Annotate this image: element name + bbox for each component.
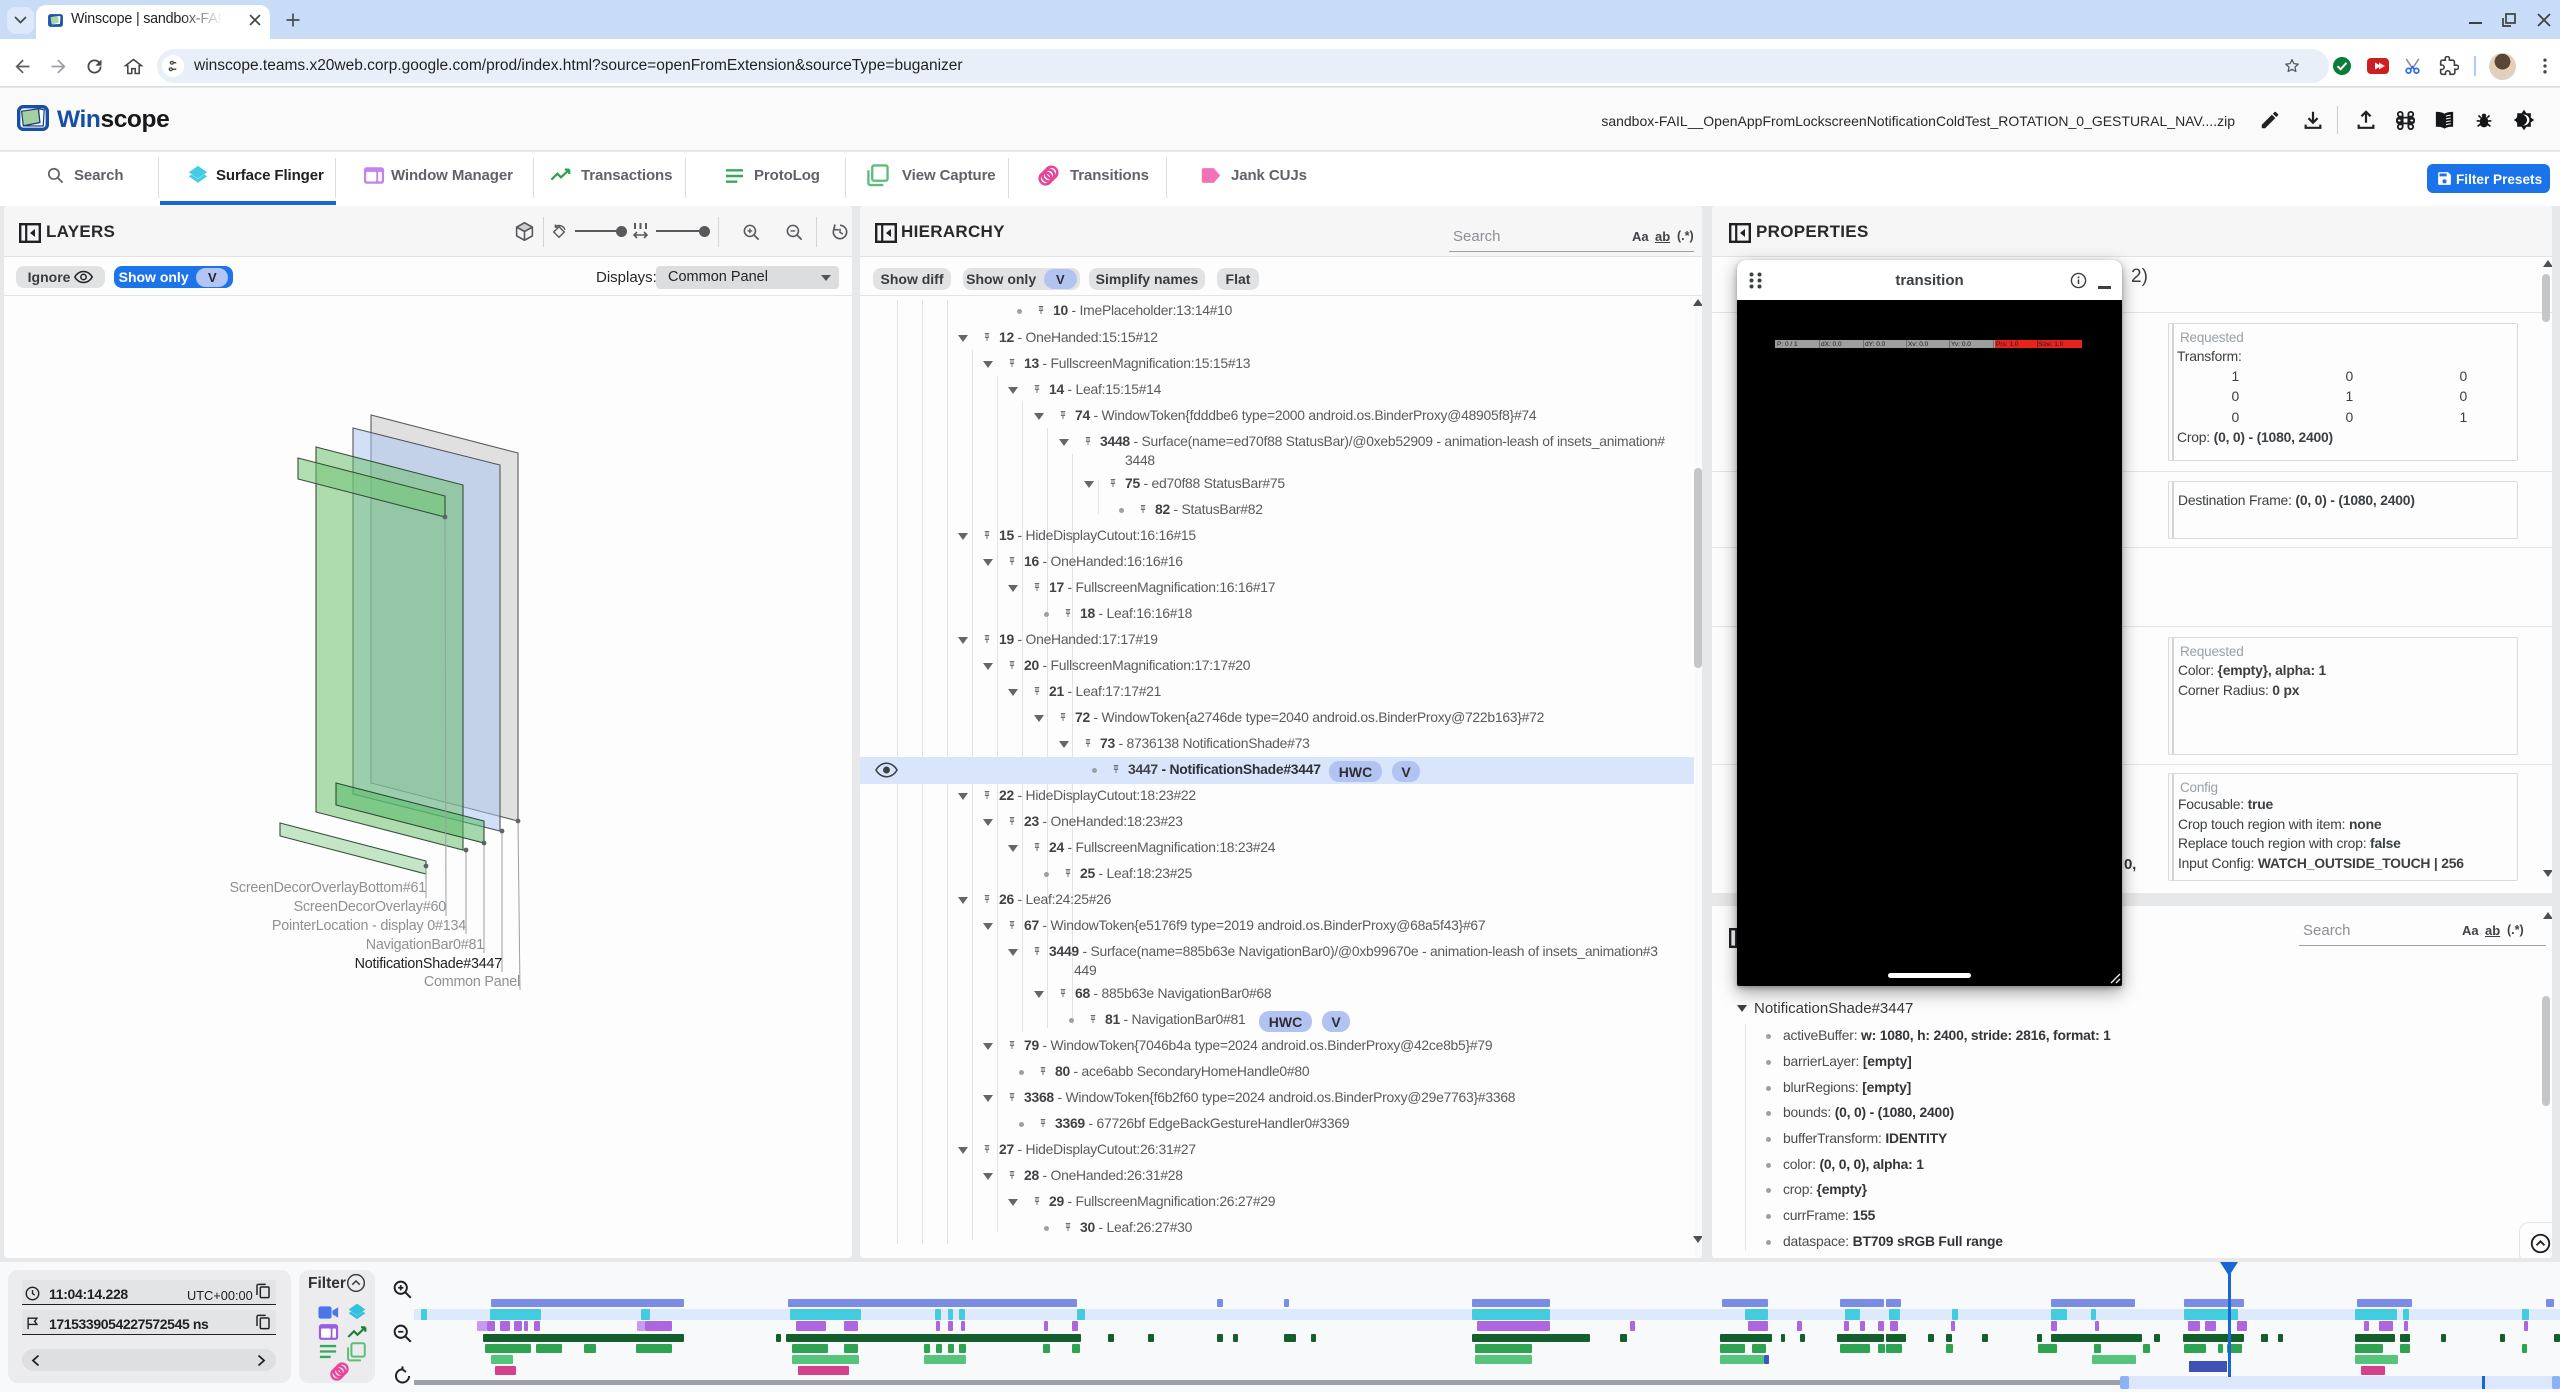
svg-text:ScreenDecorOverlay#60: ScreenDecorOverlay#60 [294, 899, 447, 915]
svg-text:NotificationShade#3447: NotificationShade#3447 [355, 956, 503, 972]
svg-text:ScreenDecorOverlayBottom#61: ScreenDecorOverlayBottom#61 [230, 880, 427, 896]
svg-text:Common Panel: Common Panel [424, 974, 520, 990]
svg-text:PointerLocation - display 0#13: PointerLocation - display 0#134 [272, 918, 466, 934]
svg-text:NavigationBar0#81: NavigationBar0#81 [366, 937, 484, 953]
